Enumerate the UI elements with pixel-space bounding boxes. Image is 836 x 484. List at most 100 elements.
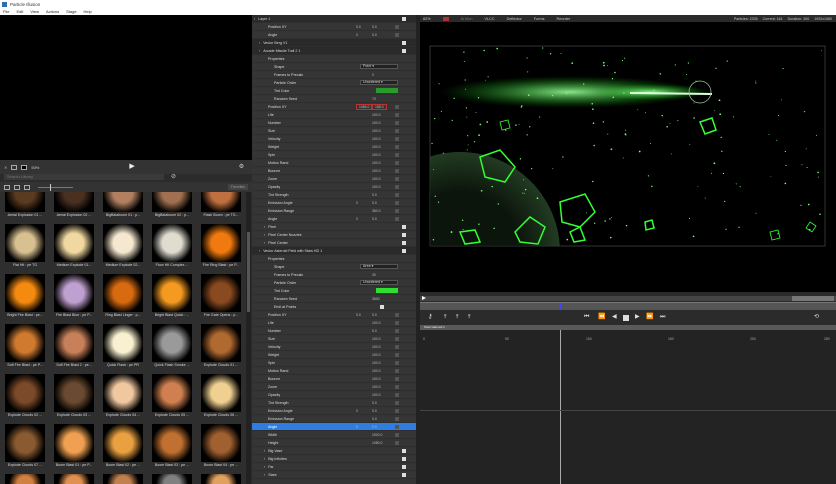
property-row[interactable]: › Layer 1	[252, 15, 416, 23]
library-item[interactable]: Fire Ring Blast : pe P...	[199, 224, 243, 267]
value-field[interactable]: 100.0	[372, 153, 381, 157]
property-row[interactable]: Number 5.0	[252, 327, 416, 335]
close-icon[interactable]: ✕	[4, 165, 7, 170]
property-row[interactable]: Tint Color	[252, 87, 416, 95]
visibility-toggle[interactable]	[402, 456, 406, 461]
library-zoom[interactable]: 50%	[31, 165, 39, 170]
value-field[interactable]: 100.0	[372, 377, 381, 381]
library-item[interactable]: Aerial Explosion 01 ...	[3, 192, 47, 217]
value-field[interactable]: 100.0	[372, 113, 381, 117]
keyframe-toggle[interactable]	[395, 208, 399, 213]
property-row[interactable]: Frames to Precalc 0	[252, 71, 416, 79]
keyframe-toggle[interactable]	[395, 32, 399, 37]
library-item[interactable]: Explode Clouds 03 ...	[52, 374, 96, 417]
expand-arrow-icon[interactable]: ›	[264, 225, 265, 229]
keyframe-toggle[interactable]	[395, 104, 399, 109]
dropdown[interactable]: Point ▾	[360, 64, 398, 69]
value-field[interactable]: 0	[356, 217, 358, 221]
property-row[interactable]: Velocity 100.0	[252, 135, 416, 143]
expand-arrow-icon[interactable]: ›	[264, 465, 265, 469]
value-field[interactable]: 0.0	[356, 313, 361, 317]
property-row[interactable]: › Arcade Missile Trail 2 1	[252, 47, 416, 55]
property-row[interactable]: › Stars	[252, 471, 416, 479]
keyframe-toggle[interactable]	[395, 392, 399, 397]
library-item[interactable]: Ring Blast Linger : p...	[101, 274, 145, 317]
expand-arrow-icon[interactable]: ›	[264, 241, 265, 245]
keyframe-toggle[interactable]	[395, 128, 399, 133]
property-row[interactable]: Life 100.0	[252, 111, 416, 119]
property-row[interactable]: Weight 100.0	[252, 143, 416, 151]
expand-arrow-icon[interactable]: ›	[259, 49, 260, 53]
property-row[interactable]: Tint Strength 0.0	[252, 399, 416, 407]
property-row[interactable]: Width 1920.0	[252, 431, 416, 439]
value-field[interactable]: 0.0	[372, 313, 377, 317]
value-field[interactable]: 1080.0	[372, 441, 382, 445]
keyframe-toggle[interactable]	[395, 400, 399, 405]
value-field[interactable]: 0.0	[372, 217, 377, 221]
value-field[interactable]: 3600	[372, 297, 380, 301]
value-field[interactable]: 1920.0	[372, 433, 382, 437]
value-field[interactable]: 0.0	[372, 409, 377, 413]
play-icon[interactable]: ▶	[129, 163, 134, 171]
property-row[interactable]: Shape Area ▾	[252, 263, 416, 271]
value-field[interactable]: 0.0	[372, 425, 377, 429]
library-item[interactable]: Quick Flash Smoke ...	[150, 324, 194, 367]
property-row[interactable]: Position XY 1366.0 188.0	[252, 103, 416, 111]
value-field[interactable]: 100.0	[372, 321, 381, 325]
detail-view-icon[interactable]	[24, 184, 30, 190]
keyframe-toggle[interactable]	[395, 368, 399, 373]
property-row[interactable]: Random Seed 3600	[252, 295, 416, 303]
visibility-toggle[interactable]	[402, 240, 406, 245]
expand-arrow-icon[interactable]: ›	[259, 41, 260, 45]
dropdown[interactable]: Area ▾	[360, 264, 398, 269]
keyframe-toggle[interactable]	[395, 416, 399, 421]
value-field[interactable]: 0	[356, 201, 358, 205]
property-row[interactable]: › Vector Berg V1	[252, 39, 416, 47]
menu-help[interactable]: Help	[84, 9, 92, 14]
stop-icon[interactable]	[623, 315, 629, 321]
property-row[interactable]: Height 1080.0	[252, 439, 416, 447]
library-item[interactable]	[101, 474, 145, 484]
value-field[interactable]: 0.0	[372, 417, 377, 421]
property-row[interactable]: Life 100.0	[252, 319, 416, 327]
value-field[interactable]: 30	[372, 273, 376, 277]
property-row[interactable]: Weight 100.0	[252, 351, 416, 359]
value-field[interactable]: 100.0	[372, 361, 381, 365]
property-row[interactable]: › Pixel Center	[252, 239, 416, 247]
add-keyframe-icon[interactable]: ⫯	[444, 314, 447, 321]
library-item[interactable]	[199, 474, 243, 484]
expand-arrow-icon[interactable]: ›	[254, 17, 255, 21]
library-item[interactable]: Explode Clouds 01 ...	[199, 324, 243, 367]
dropdown[interactable]: Unordered ▾	[360, 280, 398, 285]
library-item[interactable]: Explode Clouds 06 ...	[199, 374, 243, 417]
value-field[interactable]: 100.0	[372, 137, 381, 141]
dropdown[interactable]: Unordered ▾	[360, 80, 398, 85]
visibility-toggle[interactable]	[402, 48, 406, 53]
monitor-icon[interactable]	[11, 164, 18, 170]
value-field[interactable]: 100.0	[372, 385, 381, 389]
value-field[interactable]: 100.0	[372, 345, 381, 349]
value-field[interactable]: 100.0	[372, 145, 381, 149]
keyframe-toggle[interactable]	[395, 424, 399, 429]
visibility-toggle[interactable]	[402, 448, 406, 453]
value-field[interactable]: 1366.0	[356, 103, 373, 110]
library-item[interactable]: BigBalaboom 02 : p...	[150, 192, 194, 217]
value-field[interactable]: 70	[372, 97, 376, 101]
playhead[interactable]	[560, 330, 561, 484]
property-row[interactable]: Motion Rand 100.0	[252, 159, 416, 167]
library-item[interactable]: Floor Hit Complex ...	[150, 224, 194, 267]
library-item[interactable]: Fire Gate Opens : p...	[199, 274, 243, 317]
library-scrollbar[interactable]	[246, 192, 251, 484]
value-field[interactable]: 0.0	[372, 401, 377, 405]
expand-arrow-icon[interactable]: ›	[264, 473, 265, 477]
keyframe-toggle[interactable]	[395, 352, 399, 357]
visibility-toggle[interactable]	[402, 248, 406, 253]
property-row[interactable]: Emission Range 360.0	[252, 207, 416, 215]
property-row[interactable]: Particle Order Unordered ▾	[252, 279, 416, 287]
value-field[interactable]: 100.0	[372, 121, 381, 125]
value-field[interactable]: 100.0	[372, 161, 381, 165]
property-row[interactable]: Opacity 100.0	[252, 391, 416, 399]
grid-view-icon[interactable]	[4, 184, 10, 190]
menu-actions[interactable]: Actions	[46, 9, 59, 14]
property-row[interactable]: Spin 100.0	[252, 151, 416, 159]
